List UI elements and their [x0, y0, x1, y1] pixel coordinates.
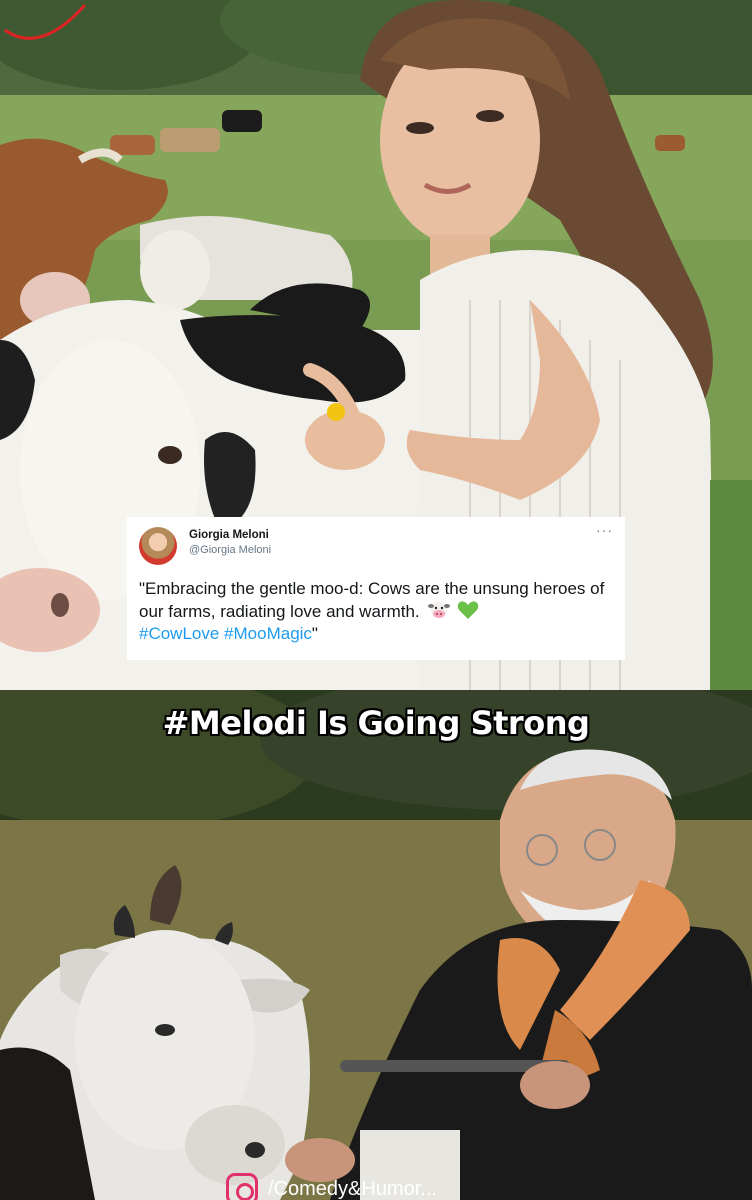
tweet-text: "Embracing the gentle moo-d: Cows are th…: [139, 578, 613, 645]
tweet-author-name[interactable]: Giorgia Meloni: [189, 529, 271, 541]
avatar[interactable]: [139, 527, 177, 565]
watermark-text: /Comedy&Humor...: [268, 1177, 437, 1200]
tweet-text-content: "Embracing the gentle moo-d: Cows are th…: [139, 579, 605, 621]
tweet-author-handle[interactable]: @Giorgia Meloni: [189, 544, 271, 556]
channel-logo-fragment: [4, 3, 87, 40]
meme-caption: #Melodi Is Going Strong: [162, 704, 590, 742]
man-feeding-cow-illustration: [0, 690, 752, 1200]
green-heart-icon: [457, 601, 479, 619]
tweet-card[interactable]: Giorgia Meloni @Giorgia Meloni ··· "Embr…: [127, 517, 625, 660]
cow-face-icon: [428, 602, 451, 618]
watermark: /Comedy&Humor...: [226, 1173, 437, 1200]
tweet-author: Giorgia Meloni @Giorgia Meloni: [189, 527, 271, 556]
bottom-photo-panel: [0, 690, 752, 1200]
tweet-header: Giorgia Meloni @Giorgia Meloni: [139, 527, 613, 565]
more-dots-icon[interactable]: ···: [596, 523, 613, 537]
instagram-icon: [226, 1173, 258, 1200]
tweet-hashtags[interactable]: #CowLove #MooMagic: [139, 624, 312, 643]
tweet-closing-quote: ": [311, 624, 318, 643]
